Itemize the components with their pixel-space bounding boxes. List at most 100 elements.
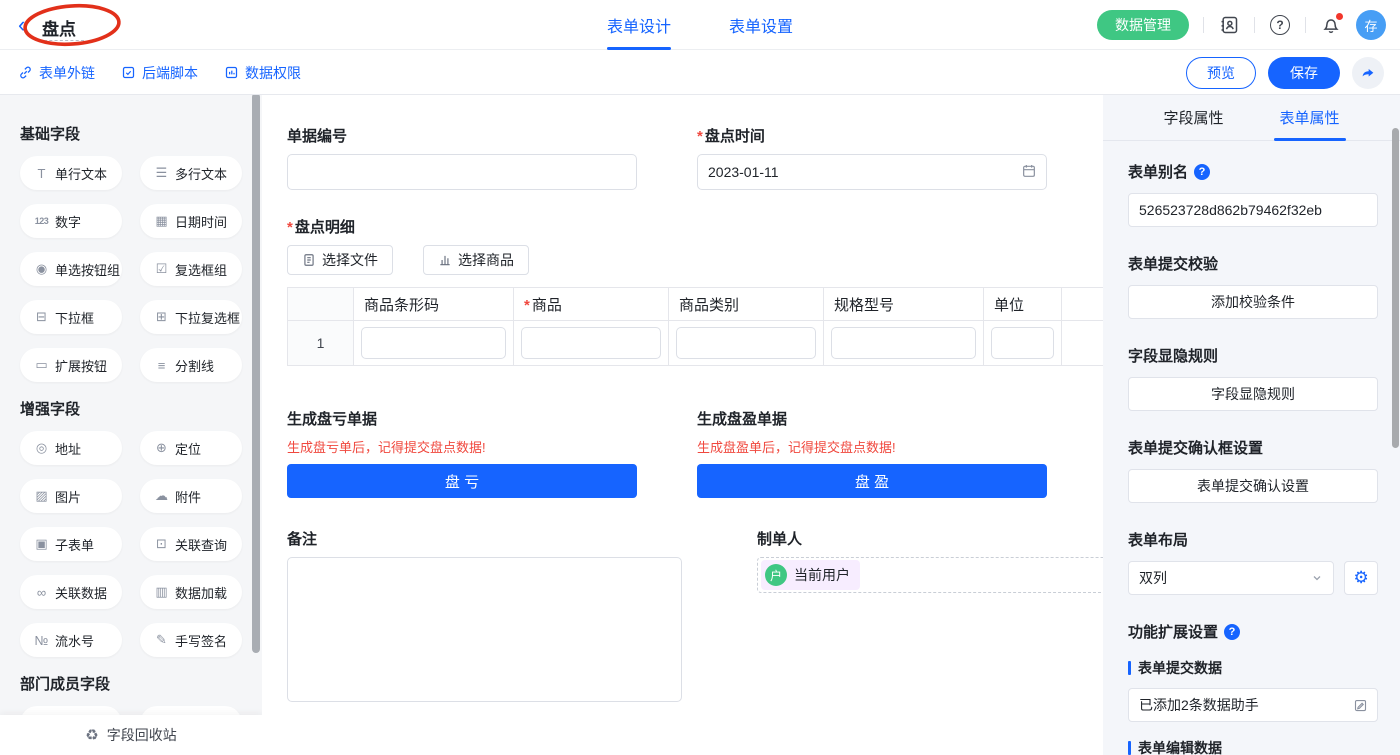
location-pin-icon: ◎ — [34, 440, 49, 456]
preview-button[interactable]: 预览 — [1186, 57, 1256, 89]
field-pill-checkbox-group[interactable]: ☑复选框组 — [140, 252, 242, 286]
doc-no-field[interactable]: 单据编号 — [287, 125, 637, 190]
field-pill-data-load[interactable]: ▥数据加载 — [140, 575, 242, 609]
file-icon — [302, 253, 316, 267]
detail-table-row: 1 — [288, 321, 1104, 366]
layout-select[interactable]: 双列 — [1128, 561, 1334, 595]
profit-label: 生成盘盈单据 — [697, 408, 1047, 429]
choose-file-button[interactable]: 选择文件 — [287, 245, 393, 275]
field-pill-signature[interactable]: ✎手写签名 — [140, 623, 242, 657]
accent-bar — [1128, 741, 1131, 755]
required-asterisk: * — [287, 219, 293, 236]
layout-settings-button[interactable]: ⚙ — [1344, 561, 1378, 595]
edit-data-label: 表单编辑数据 — [1128, 738, 1378, 755]
contacts-book-icon[interactable] — [1218, 14, 1240, 36]
loss-button[interactable]: 盘 亏 — [287, 464, 637, 498]
loss-button-field[interactable]: 生成盘亏单据 生成盘亏单后，记得提交盘点数据! 盘 亏 — [287, 408, 637, 498]
calendar-icon[interactable] — [1021, 163, 1037, 184]
properties-tab-bar: 字段属性 表单属性 — [1103, 95, 1400, 141]
field-pill-multi-select[interactable]: ⊞下拉复选框 — [140, 300, 242, 334]
share-button[interactable] — [1352, 57, 1384, 89]
choose-product-button[interactable]: 选择商品 — [423, 245, 529, 275]
field-pill-attachment[interactable]: ☁附件 — [140, 479, 242, 513]
backend-script-button[interactable]: 后端脚本 — [121, 63, 198, 83]
visibility-rules-group: 字段显隐规则 字段显隐规则 — [1128, 345, 1378, 411]
user-avatar[interactable]: 存 — [1356, 10, 1386, 40]
required-asterisk: * — [524, 297, 530, 314]
basic-fields-grid: T单行文本 ☰多行文本 123数字 ▦日期时间 ◉单选按钮组 ☑复选框组 ⊟下拉… — [20, 156, 242, 382]
tab-form-properties[interactable]: 表单属性 — [1280, 107, 1340, 140]
product-cell-input[interactable] — [521, 327, 661, 359]
help-glyph: ? — [1270, 15, 1290, 35]
tab-field-properties[interactable]: 字段属性 — [1163, 107, 1223, 140]
unit-cell-input[interactable] — [991, 327, 1054, 359]
panel-scrollbar[interactable] — [1392, 128, 1399, 448]
multi-select-icon: ⊞ — [154, 309, 169, 325]
category-cell-input[interactable] — [676, 327, 816, 359]
spec-cell-input[interactable] — [831, 327, 976, 359]
field-pill-single-line-text[interactable]: T单行文本 — [20, 156, 122, 190]
sidebar-scrollbar[interactable] — [252, 95, 260, 653]
field-pill-subform[interactable]: ▣子表单 — [20, 527, 122, 561]
field-pill-radio-group[interactable]: ◉单选按钮组 — [20, 252, 122, 286]
calendar-icon: ▦ — [154, 213, 169, 229]
field-pill-image[interactable]: ▨图片 — [20, 479, 122, 513]
submit-data-label: 表单提交数据 — [1128, 658, 1378, 678]
field-pill-number[interactable]: 123数字 — [20, 204, 122, 238]
permission-icon — [224, 65, 239, 80]
doc-no-label: 单据编号 — [287, 125, 637, 146]
field-recycle-bin-button[interactable]: ♻ 字段回收站 — [0, 715, 262, 755]
creator-field[interactable]: 制单人 户 当前用户 — [757, 528, 1103, 707]
field-pill-divider[interactable]: ≡分割线 — [140, 348, 242, 382]
chevron-down-icon — [1311, 572, 1323, 584]
remark-textarea[interactable] — [287, 557, 682, 702]
help-icon[interactable]: ? — [1194, 164, 1210, 180]
submit-confirm-group: 表单提交确认框设置 表单提交确认设置 — [1128, 437, 1378, 503]
field-pill-geolocation[interactable]: ⊕定位 — [140, 431, 242, 465]
profit-warning-text: 生成盘盈单后，记得提交盘点数据! — [697, 437, 1047, 456]
field-pill-extend-button[interactable]: ▭扩展按钮 — [20, 348, 122, 382]
field-pill-linked-data[interactable]: ∞关联数据 — [20, 575, 122, 609]
doc-no-input[interactable] — [287, 154, 637, 190]
gear-icon: ⚙ — [1354, 568, 1369, 588]
current-user-tag[interactable]: 户 当前用户 — [761, 560, 860, 590]
field-pill-multi-line-text[interactable]: ☰多行文本 — [140, 156, 242, 190]
add-validation-button[interactable]: 添加校验条件 — [1128, 285, 1378, 319]
data-permission-button[interactable]: 数据权限 — [224, 63, 301, 83]
section-title-enhanced-fields: 增强字段 — [20, 398, 242, 419]
recycle-icon: ♻ — [85, 726, 98, 744]
detail-label: *盘点明细 — [287, 216, 1103, 237]
date-input[interactable] — [697, 154, 1047, 190]
external-link-button[interactable]: 表单外链 — [18, 63, 95, 83]
date-field[interactable]: *盘点时间 — [697, 125, 1047, 190]
field-pill-serial-number[interactable]: №流水号 — [20, 623, 122, 657]
backend-script-label: 后端脚本 — [142, 63, 198, 83]
tab-form-design[interactable]: 表单设计 — [607, 0, 671, 50]
visibility-rules-button[interactable]: 字段显隐规则 — [1128, 377, 1378, 411]
tab-form-settings[interactable]: 表单设置 — [729, 0, 793, 50]
form-alias-input[interactable] — [1128, 193, 1378, 227]
notification-bell-icon[interactable] — [1320, 14, 1342, 36]
profit-button[interactable]: 盘 盈 — [697, 464, 1047, 498]
submit-confirm-button[interactable]: 表单提交确认设置 — [1128, 469, 1378, 503]
help-icon[interactable]: ? — [1269, 14, 1291, 36]
bar-chart-icon: ▥ — [154, 584, 169, 600]
col-product: *商品 — [514, 288, 669, 321]
user-tag-avatar: 户 — [765, 564, 787, 586]
field-pill-address[interactable]: ◎地址 — [20, 431, 122, 465]
field-pill-select[interactable]: ⊟下拉框 — [20, 300, 122, 334]
bar-chart-icon — [438, 253, 452, 267]
help-icon[interactable]: ? — [1224, 624, 1240, 640]
field-pill-lookup[interactable]: ⊡关联查询 — [140, 527, 242, 561]
edit-pencil-icon[interactable] — [1353, 698, 1368, 713]
field-pill-datetime[interactable]: ▦日期时间 — [140, 204, 242, 238]
barcode-cell-input[interactable] — [361, 327, 506, 359]
data-manage-button[interactable]: 数据管理 — [1097, 10, 1189, 40]
creator-member-box[interactable]: 户 当前用户 — [757, 557, 1103, 593]
detail-subform-field[interactable]: *盘点明细 选择文件 选择商品 商品条形码 *商品 商品类别 — [287, 216, 1103, 366]
data-assistant-box[interactable]: 已添加2条数据助手 — [1128, 688, 1378, 722]
toolbar-actions: 预览 保存 — [1186, 50, 1384, 95]
save-button[interactable]: 保存 — [1268, 57, 1340, 89]
profit-button-field[interactable]: 生成盘盈单据 生成盘盈单后，记得提交盘点数据! 盘 盈 — [697, 408, 1047, 498]
remark-field[interactable]: 备注 — [287, 528, 682, 707]
